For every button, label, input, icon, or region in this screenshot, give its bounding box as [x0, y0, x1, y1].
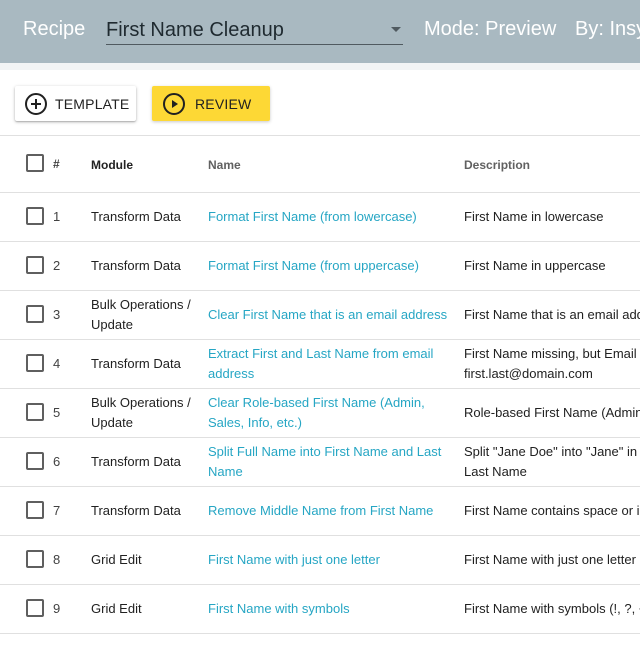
row-module: Grid Edit [91, 601, 142, 616]
row-module: Bulk Operations / Update [91, 395, 191, 430]
row-divider [0, 290, 640, 291]
chevron-down-icon [391, 27, 401, 32]
row-name-link[interactable]: Format First Name (from uppercase) [208, 256, 460, 276]
row-number: 1 [53, 209, 61, 224]
row-checkbox[interactable] [26, 207, 44, 225]
row-name-link[interactable]: Remove Middle Name from First Name [208, 501, 460, 521]
row-checkbox[interactable] [26, 403, 44, 421]
recipe-select-value: First Name Cleanup [106, 19, 284, 41]
row-divider [0, 339, 640, 340]
author-label: By: Insy [575, 18, 640, 40]
template-button[interactable]: TEMPLATE [15, 86, 136, 121]
row-description: Split "Jane Doe" into "Jane" in F Last N… [464, 442, 640, 482]
row-name-link[interactable]: Clear Role-based First Name (Admin, Sale… [208, 393, 460, 433]
header-strip [0, 63, 640, 70]
row-checkbox[interactable] [26, 501, 44, 519]
column-header-module: Module [91, 158, 133, 172]
row-description: Role-based First Name (Admin [464, 405, 640, 420]
column-header-num: # [53, 157, 60, 171]
row-checkbox[interactable] [26, 354, 44, 372]
row-number: 4 [53, 356, 61, 371]
column-header-name: Name [208, 158, 241, 172]
row-description: First Name missing, but Email t first.la… [464, 344, 640, 384]
row-name-link[interactable]: Extract First and Last Name from email a… [208, 344, 460, 384]
row-checkbox[interactable] [26, 452, 44, 470]
column-header-description: Description [464, 158, 531, 172]
row-checkbox[interactable] [26, 550, 44, 568]
row-description: First Name contains space or i [464, 503, 640, 518]
recipe-select[interactable]: First Name Cleanup [106, 14, 403, 45]
row-divider [0, 633, 640, 634]
row-number: 9 [53, 601, 61, 616]
row-checkbox[interactable] [26, 599, 44, 617]
row-description-line: Last Name [464, 464, 527, 479]
row-number: 3 [53, 307, 61, 322]
table-header-divider [0, 192, 640, 193]
template-button-label: TEMPLATE [55, 95, 130, 112]
row-description-line: Split "Jane Doe" into "Jane" in F [464, 444, 640, 459]
mode-label: Mode: Preview [424, 18, 557, 40]
row-name-link[interactable]: Clear First Name that is an email addres… [208, 305, 460, 325]
row-description-line: First Name missing, but Email t [464, 346, 640, 361]
row-module: Transform Data [91, 356, 181, 371]
row-divider [0, 241, 640, 242]
review-button[interactable]: REVIEW [152, 86, 270, 121]
row-number: 7 [53, 503, 61, 518]
row-description: First Name in lowercase [464, 209, 604, 224]
row-divider [0, 437, 640, 438]
row-description: First Name with symbols (!, ?, + [464, 601, 640, 616]
row-divider [0, 486, 640, 487]
row-description: First Name with just one letter [464, 552, 636, 567]
row-name-link[interactable]: First Name with symbols [208, 599, 460, 619]
row-divider [0, 535, 640, 536]
review-button-label: REVIEW [195, 95, 252, 112]
table-top-divider [0, 135, 640, 136]
row-module: Transform Data [91, 258, 181, 273]
header-bar: Recipe First Name Cleanup Mode: Preview … [0, 0, 640, 63]
row-checkbox[interactable] [26, 256, 44, 274]
play-circle-icon [163, 92, 185, 115]
row-module: Transform Data [91, 454, 181, 469]
row-name-link[interactable]: Split Full Name into First Name and Last… [208, 442, 460, 482]
row-module: Transform Data [91, 209, 181, 224]
row-module: Bulk Operations / Update [91, 297, 191, 332]
row-number: 5 [53, 405, 61, 420]
row-divider [0, 584, 640, 585]
row-description: First Name that is an email add [464, 307, 640, 322]
row-module: Transform Data [91, 503, 181, 518]
row-module: Grid Edit [91, 552, 142, 567]
row-number: 6 [53, 454, 61, 469]
row-name-link[interactable]: Format First Name (from lowercase) [208, 207, 460, 227]
row-number: 2 [53, 258, 61, 273]
add-circle-icon [25, 92, 47, 115]
row-description-line: first.last@domain.com [464, 366, 593, 381]
row-checkbox[interactable] [26, 305, 44, 323]
select-all-checkbox[interactable] [26, 154, 44, 172]
row-description: First Name in uppercase [464, 258, 606, 273]
row-name-link[interactable]: First Name with just one letter [208, 550, 460, 570]
recipe-label: Recipe [23, 18, 86, 40]
row-number: 8 [53, 552, 61, 567]
row-divider [0, 388, 640, 389]
